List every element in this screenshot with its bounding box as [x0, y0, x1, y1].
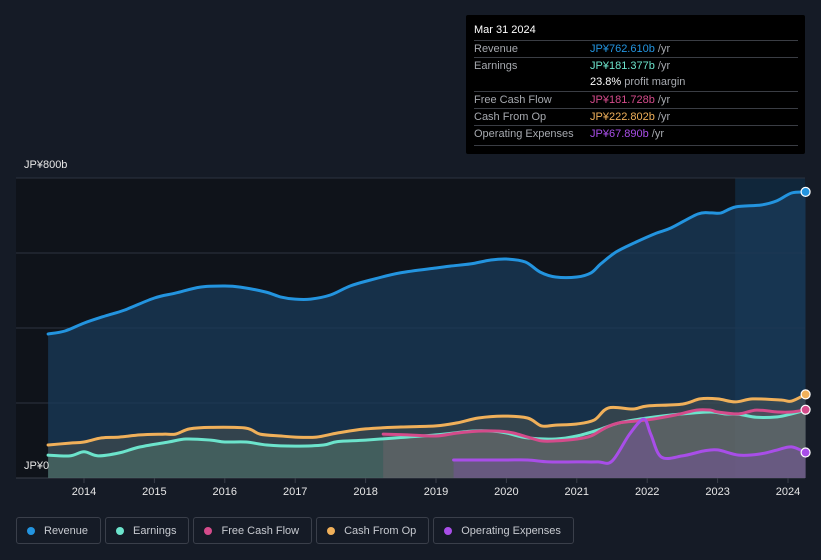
x-tick-label: 2022 — [635, 486, 659, 498]
tooltip-value: JP¥67.890b — [590, 128, 649, 140]
tooltip-unit: /yr — [654, 60, 671, 72]
tooltip-divider — [474, 145, 798, 146]
x-tick-label: 2017 — [283, 486, 307, 498]
legend-dot-icon — [116, 526, 125, 535]
legend-label: Revenue — [44, 524, 89, 537]
tooltip-label: Cash From Op — [474, 111, 547, 123]
tooltip-unit: /yr — [654, 43, 671, 55]
tooltip-label: Revenue — [474, 43, 519, 55]
x-tick-label: 2015 — [142, 486, 166, 498]
legend-dot-icon — [327, 526, 336, 535]
tooltip-row-operating-expenses: Operating Expenses JP¥67.890b /yr — [474, 125, 798, 143]
x-axis: 2014 2015 2016 2017 2018 2019 2020 2021 2022 2023… — [72, 478, 800, 498]
tooltip-row-free-cash-flow: Free Cash Flow JP¥181.728b /yr — [474, 91, 798, 109]
tooltip-unit: /yr — [648, 128, 664, 140]
tooltip-label: Earnings — [474, 60, 518, 72]
legend-item-operating-expenses[interactable]: Operating Expenses — [433, 517, 574, 544]
tooltip-value-wrap: JP¥67.890b /yr — [590, 126, 664, 143]
legend: Revenue Earnings Free Cash Flow Cash Fro… — [16, 517, 574, 544]
revenue-endpoint — [800, 186, 811, 197]
tooltip-date: Mar 31 2024 — [474, 24, 536, 36]
x-tick-label: 2023 — [705, 486, 729, 498]
tooltip-unit: /yr — [654, 94, 671, 106]
tooltip-panel: Mar 31 2024 Revenue JP¥762.610b /yr Earn… — [466, 15, 805, 154]
tooltip-row-revenue: Revenue JP¥762.610b /yr — [474, 40, 798, 58]
tooltip-value-wrap: JP¥762.610b /yr — [590, 41, 670, 58]
tooltip-unit: profit margin — [621, 76, 686, 88]
tooltip-value: JP¥762.610b — [590, 43, 655, 55]
tooltip-value-wrap: JP¥181.728b /yr — [590, 92, 670, 109]
x-tick-label: 2020 — [494, 486, 518, 498]
y-axis-min-label: JP¥0 — [24, 460, 50, 472]
y-axis-max-label: JP¥800b — [24, 159, 68, 171]
tooltip-value: 23.8% — [590, 76, 622, 88]
legend-label: Free Cash Flow — [221, 524, 300, 537]
tooltip-value: JP¥181.728b — [590, 94, 655, 106]
tooltip-row-cash-from-op: Cash From Op JP¥222.802b /yr — [474, 108, 798, 126]
legend-dot-icon — [444, 526, 453, 535]
tooltip-value: JP¥181.377b — [590, 60, 655, 72]
x-tick-label: 2016 — [213, 486, 237, 498]
legend-item-revenue[interactable]: Revenue — [16, 517, 102, 544]
x-tick-label: 2019 — [424, 486, 448, 498]
legend-label: Operating Expenses — [461, 524, 561, 537]
tooltip-value-wrap: 23.8% profit margin — [590, 74, 685, 91]
legend-item-earnings[interactable]: Earnings — [105, 517, 190, 544]
free-cash-flow-endpoint — [800, 404, 811, 415]
legend-item-free-cash-flow[interactable]: Free Cash Flow — [193, 517, 313, 544]
tooltip-value-wrap: JP¥181.377b /yr — [590, 58, 670, 75]
legend-dot-icon — [27, 526, 35, 535]
legend-label: Cash From Op — [344, 524, 417, 537]
legend-label: Earnings — [133, 524, 177, 537]
x-tick-label: 2021 — [565, 486, 589, 498]
x-tick-label: 2014 — [72, 486, 96, 498]
cash-from-op-endpoint — [800, 389, 811, 400]
tooltip-row-earnings: Earnings JP¥181.377b /yr — [474, 57, 798, 75]
tooltip-value-wrap: JP¥222.802b /yr — [590, 109, 670, 126]
tooltip-unit: /yr — [654, 111, 671, 123]
x-tick-label: 2018 — [353, 486, 377, 498]
tooltip-label: Free Cash Flow — [474, 94, 552, 106]
tooltip-value: JP¥222.802b — [590, 111, 655, 123]
legend-item-cash-from-op[interactable]: Cash From Op — [316, 517, 430, 544]
operating-expenses-endpoint — [800, 447, 811, 458]
x-tick-label: 2024 — [776, 486, 800, 498]
tooltip-label: Operating Expenses — [474, 128, 574, 140]
legend-dot-icon — [204, 526, 213, 535]
tooltip-row-profit-margin: 23.8% profit margin — [474, 74, 798, 91]
